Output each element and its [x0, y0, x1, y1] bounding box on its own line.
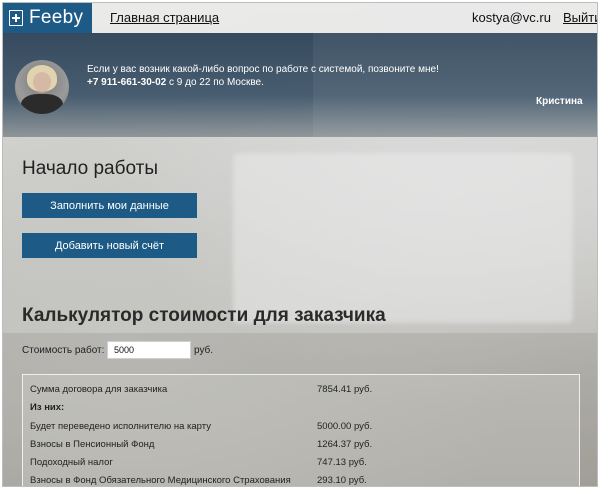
- cost-unit: руб.: [194, 345, 214, 356]
- support-message: Если у вас возник какой-либо вопрос по р…: [87, 63, 439, 89]
- result-value: 5000.00 руб.: [317, 421, 373, 432]
- background-shape: [233, 153, 573, 323]
- add-document-icon: [9, 10, 23, 26]
- support-phone: +7 911-661-30-02: [87, 77, 167, 88]
- result-value: 747.13 руб.: [317, 457, 367, 468]
- app-frame: Feeby Главная страница kostya@vc.ru Выйт…: [3, 3, 597, 486]
- result-label: Подоходный налог: [30, 457, 113, 468]
- section-title-calculator: Калькулятор стоимости для заказчика: [22, 305, 386, 326]
- support-hours: с 9 до 22 по Москве.: [166, 77, 264, 88]
- result-label: Взносы в Пенсионный Фонд: [30, 439, 155, 450]
- top-navigation: Feeby Главная страница kostya@vc.ru Выйт…: [3, 3, 597, 33]
- home-link[interactable]: Главная страница: [110, 10, 219, 25]
- logo[interactable]: Feeby: [3, 3, 92, 33]
- support-banner: Если у вас возник какой-либо вопрос по р…: [3, 33, 597, 137]
- support-name: Кристина: [536, 96, 583, 107]
- result-value: 1264.37 руб.: [317, 439, 373, 450]
- avatar: [15, 60, 69, 114]
- add-account-button[interactable]: Добавить новый счёт: [22, 233, 197, 258]
- result-label: Будет переведено исполнителю на карту: [30, 421, 211, 432]
- cost-label: Стоимость работ:: [22, 345, 105, 356]
- cost-input[interactable]: [107, 341, 191, 359]
- result-label: Из них:: [30, 402, 65, 413]
- support-line: Если у вас возник какой-либо вопрос по р…: [87, 64, 439, 75]
- logout-link[interactable]: Выйти: [563, 10, 597, 25]
- result-value: 7854.41 руб.: [317, 384, 373, 395]
- user-email: kostya@vc.ru: [472, 10, 551, 25]
- fill-data-button[interactable]: Заполнить мои данные: [22, 193, 197, 218]
- calculation-results: Сумма договора для заказчика 7854.41 руб…: [22, 374, 580, 486]
- result-label: Взносы в Фонд Обязательного Медицинского…: [30, 475, 291, 486]
- logo-text: Feeby: [29, 7, 84, 28]
- section-title-start: Начало работы: [22, 158, 159, 179]
- result-label: Сумма договора для заказчика: [30, 384, 168, 395]
- result-value: 293.10 руб.: [317, 475, 367, 486]
